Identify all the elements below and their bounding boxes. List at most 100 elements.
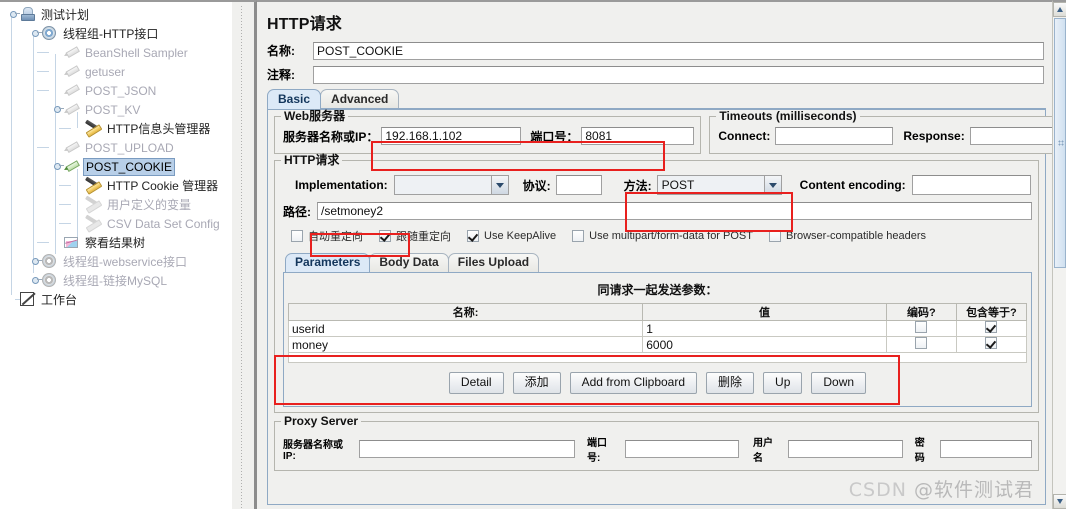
path-input[interactable] — [317, 202, 1032, 220]
implementation-select[interactable] — [393, 175, 509, 195]
proxy-server-input[interactable] — [358, 440, 576, 458]
tree-line — [37, 90, 49, 91]
timeouts-legend: Timeouts (milliseconds) — [716, 110, 860, 122]
tree-node-getuser[interactable]: getuser — [4, 62, 232, 81]
split-pane-divider[interactable] — [232, 0, 256, 509]
proxy-port-input[interactable] — [625, 440, 740, 458]
test-plan-icon — [18, 6, 36, 23]
table-row[interactable]: money 6000 — [287, 336, 1028, 353]
tree-node-test-plan[interactable]: 测试计划 — [4, 5, 232, 24]
tree-node-thread-group-mysql[interactable]: 线程组-链接MySQL — [4, 271, 232, 290]
tree-node-user-variables[interactable]: 用户定义的变量 — [4, 195, 232, 214]
checkbox-label: 跟随重定向 — [396, 231, 451, 243]
name-input[interactable] — [313, 41, 1044, 60]
tab-files-upload[interactable]: Files Upload — [447, 253, 540, 272]
tab-basic[interactable]: Basic — [267, 89, 322, 109]
up-button[interactable]: Up — [763, 372, 803, 394]
tab-advanced[interactable]: Advanced — [320, 89, 400, 109]
user-variables-icon — [84, 196, 102, 213]
add-button[interactable]: 添加 — [512, 372, 561, 394]
cell-param-include-equals[interactable] — [955, 320, 1028, 337]
tree-node-post-upload[interactable]: POST_UPLOAD — [4, 138, 232, 157]
params-tabbar: Parameters Body Data Files Upload — [283, 253, 1032, 272]
tree-node-label: 线程组-webservice接口 — [63, 254, 188, 269]
http-request-editor: HTTP请求 名称: 注释: Basic Advanced Web服务器 服务器… — [256, 0, 1052, 509]
tree-node-header-manager[interactable]: HTTP信息头管理器 — [4, 119, 232, 138]
chevron-down-icon[interactable] — [763, 176, 781, 194]
tree-node-thread-group-webservice[interactable]: 线程组-webservice接口 — [4, 252, 232, 271]
chevron-down-icon[interactable] — [490, 176, 508, 194]
test-plan-tree-panel: 测试计划 线程组-HTTP接口 BeanShell Sampler getuse… — [0, 0, 232, 509]
tab-body-data[interactable]: Body Data — [369, 253, 449, 272]
tab-parameters[interactable]: Parameters — [285, 253, 371, 272]
checkbox-label: Browser-compatible headers — [785, 230, 926, 242]
tree-node-cookie-manager[interactable]: HTTP Cookie 管理器 — [4, 176, 232, 195]
add-from-clipboard-button[interactable]: Add from Clipboard — [569, 372, 698, 394]
down-button[interactable]: Down — [811, 372, 867, 394]
proxy-username-input[interactable] — [787, 440, 903, 458]
checkbox-box[interactable] — [467, 230, 479, 242]
tree-node-thread-group-http[interactable]: 线程组-HTTP接口 — [4, 24, 232, 43]
scroll-down-button[interactable] — [1053, 494, 1066, 509]
detail-button[interactable]: Detail — [448, 372, 504, 394]
column-header-name: 名称: — [287, 303, 644, 321]
checkbox-box[interactable] — [768, 230, 781, 242]
vertical-scrollbar[interactable] — [1052, 0, 1066, 509]
tree-line — [59, 223, 71, 224]
checkbox-use-multipart[interactable]: Use multipart/form-data for POST — [572, 230, 753, 242]
cell-param-encode[interactable] — [885, 320, 957, 337]
checkbox-use-keepalive[interactable]: Use KeepAlive — [467, 230, 556, 242]
comment-input[interactable] — [313, 65, 1044, 84]
checkbox-box[interactable] — [985, 337, 998, 349]
method-label: 方法: — [623, 178, 652, 193]
tree-node-post-json[interactable]: POST_JSON — [4, 81, 232, 100]
column-header-include-equals: 包含等于? — [955, 303, 1028, 321]
checkbox-browser-compatible-headers[interactable]: Browser-compatible headers — [768, 230, 926, 242]
checkbox-box[interactable] — [291, 230, 303, 242]
proxy-server-group: Proxy Server 服务器名称或IP: 端口号: 用户名 密码 — [274, 415, 1039, 471]
tree-line — [37, 242, 49, 243]
response-timeout-input[interactable] — [969, 127, 1052, 145]
scroll-up-button[interactable] — [1053, 2, 1066, 17]
tree-node-beanshell-sampler[interactable]: BeanShell Sampler — [4, 43, 232, 62]
test-plan-tree: 测试计划 线程组-HTTP接口 BeanShell Sampler getuse… — [0, 2, 232, 309]
tree-node-workbench[interactable]: 工作台 — [4, 290, 232, 309]
checkbox-box[interactable] — [985, 321, 998, 333]
port-input[interactable] — [581, 127, 695, 145]
checkbox-label: Use multipart/form-data for POST — [589, 230, 753, 242]
cell-param-name[interactable]: userid — [287, 320, 644, 337]
tree-node-post-kv[interactable]: POST_KV — [4, 100, 232, 119]
cell-param-value[interactable]: 1 — [642, 320, 887, 337]
checkbox-auto-redirect[interactable]: 自动重定向 — [291, 228, 363, 244]
checkbox-label: Use KeepAlive — [484, 230, 557, 242]
divider-grip-icon — [240, 5, 244, 509]
checkbox-box[interactable] — [379, 230, 391, 242]
cell-param-value[interactable]: 6000 — [642, 336, 887, 353]
scrollbar-thumb[interactable] — [1054, 18, 1066, 268]
tree-node-view-results-tree[interactable]: 察看结果树 — [4, 233, 232, 252]
tree-node-csv-data-set-config[interactable]: CSV Data Set Config — [4, 214, 232, 233]
method-select[interactable]: POST — [656, 175, 782, 195]
delete-button[interactable]: 删除 — [706, 372, 755, 394]
checkbox-follow-redirect[interactable]: 跟随重定向 — [379, 228, 451, 244]
proxy-password-label: 密码 — [914, 438, 925, 464]
protocol-input[interactable] — [555, 175, 602, 195]
name-label: 名称: — [267, 44, 295, 58]
cell-param-include-equals[interactable] — [955, 336, 1028, 353]
path-label: 路径: — [283, 204, 311, 219]
connect-timeout-input[interactable] — [775, 127, 894, 145]
tree-node-post-cookie[interactable]: POST_COOKIE — [4, 157, 232, 176]
checkbox-box[interactable] — [572, 230, 585, 242]
parameters-table: 名称: 值 编码? 包含等于? userid 1 money 6000 — [287, 303, 1028, 353]
proxy-password-input[interactable] — [939, 440, 1032, 458]
comment-label: 注释: — [267, 68, 295, 82]
checkbox-box[interactable] — [915, 337, 928, 349]
checkbox-box[interactable] — [915, 321, 928, 333]
cell-param-name[interactable]: money — [287, 336, 644, 353]
tree-line — [59, 204, 71, 205]
sampler-icon — [62, 82, 80, 99]
server-name-input[interactable] — [381, 127, 522, 145]
content-encoding-input[interactable] — [911, 175, 1031, 195]
cell-param-encode[interactable] — [885, 336, 957, 353]
table-row[interactable]: userid 1 — [287, 320, 1028, 337]
